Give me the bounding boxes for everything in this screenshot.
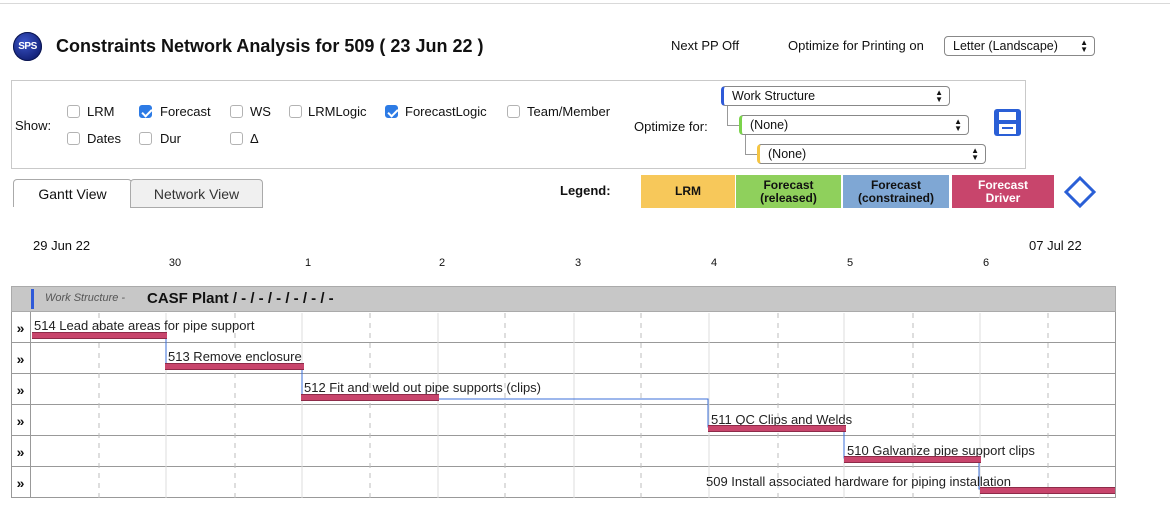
checkbox-delta[interactable] [230,132,243,145]
checkbox-lrmlogic-label: LRMLogic [308,104,367,119]
checkbox-dur-label: Dur [160,131,181,146]
logo-text: SPS [18,41,37,52]
save-icon[interactable] [993,108,1022,137]
checkbox-lrm-label: LRM [87,104,115,119]
task-label-512[interactable]: 512 Fit and weld out pipe supports (clip… [304,380,541,395]
task-bar-509[interactable] [980,487,1115,494]
checkbox-dates[interactable] [67,132,80,145]
expand-toggle[interactable]: » [11,436,31,467]
legend-lrm: LRM [641,175,735,208]
day-tick: 1 [304,257,312,269]
legend-label: Legend: [560,183,611,198]
tab-baseline [130,207,263,208]
gantt-solid-gridlines [165,313,981,498]
select-arrows-icon: ▲ ▼ [935,88,943,104]
task-label-514[interactable]: 514 Lead abate areas for pipe support [34,318,254,333]
print-layout-value: Letter (Landscape) [953,39,1058,53]
day-tick: 3 [574,257,582,269]
optimize-level1-select[interactable]: Work Structure ▲ ▼ [721,86,950,106]
checkbox-team-member-label: Team/Member [527,104,611,119]
legend-text: Driver [985,190,1021,205]
legend-lrm-text: LRM [675,184,701,198]
print-layout-select[interactable]: Letter (Landscape) ▲ ▼ [944,36,1095,56]
optimize-level2-value: (None) [750,118,789,132]
top-divider [0,3,1170,4]
checkbox-forecastlogic-label: ForecastLogic [405,104,487,119]
checkbox-dur[interactable] [139,132,152,145]
timeline-end-date: 07 Jul 22 [1029,238,1082,253]
optimize-printing-label: Optimize for Printing on [788,38,924,53]
hierarchy-connector [745,135,757,155]
select-arrows-icon: ▲ ▼ [971,146,979,162]
tab-gantt-view[interactable]: Gantt View [13,179,132,207]
legend-text: (constrained) [857,190,934,205]
task-bar-510[interactable] [844,456,981,463]
legend-text: Forecast [870,177,921,192]
optimize-level3-select[interactable]: (None) ▲ ▼ [757,144,986,164]
expand-toggle[interactable]: » [11,312,31,343]
task-label-509[interactable]: 509 Install associated hardware for pipi… [706,474,1011,489]
checkbox-ws[interactable] [230,105,243,118]
next-pp-toggle[interactable]: Next PP Off [671,38,739,53]
checkbox-lrmlogic[interactable] [289,105,302,118]
checkbox-team-member[interactable] [507,105,520,118]
tab-network-view[interactable]: Network View [130,179,263,207]
legend-text: Forecast [763,177,814,192]
day-tick: 2 [438,257,446,269]
task-bar-514[interactable] [32,332,167,339]
checkbox-forecast-label: Forecast [160,104,211,119]
checkbox-delta-label: Δ [250,131,259,146]
optimize-for-label: Optimize for: [634,119,708,134]
legend-forecast-released: Forecast (released) [736,175,841,208]
hierarchy-connector [727,106,739,126]
legend-forecast-driver: Forecast Driver [952,175,1054,208]
day-tick: 5 [846,257,854,269]
legend-text: Forecast [977,177,1029,192]
sps-logo: SPS [13,32,42,61]
task-bar-513[interactable] [165,363,304,370]
optimize-level1-value: Work Structure [732,89,816,103]
select-arrows-icon: ▲ ▼ [954,117,962,133]
checkbox-forecast[interactable] [139,105,152,118]
page-title: Constraints Network Analysis for 509 ( 2… [56,36,484,56]
expand-toggle[interactable]: » [11,467,31,498]
optimize-level3-value: (None) [768,147,807,161]
task-bar-511[interactable] [708,425,846,432]
day-tick: 30 [168,257,182,269]
legend-forecast-constrained: Forecast (constrained) [843,175,949,208]
show-label: Show: [15,118,52,133]
checkbox-ws-label: WS [250,104,271,119]
checkbox-lrm[interactable] [67,105,80,118]
optimize-level2-select[interactable]: (None) ▲ ▼ [739,115,969,135]
expand-toggle[interactable]: » [11,343,31,374]
expand-toggle[interactable]: » [11,374,31,405]
milestone-diamond-icon [1063,175,1097,209]
expand-toggle[interactable]: » [11,405,31,436]
legend-text: (released) [760,190,817,205]
checkbox-dates-label: Dates [87,131,121,146]
day-tick: 4 [710,257,718,269]
day-tick: 6 [982,257,990,269]
timeline-start-date: 29 Jun 22 [33,238,91,253]
select-arrows-icon: ▲ ▼ [1080,38,1088,54]
checkbox-forecastlogic[interactable] [385,105,398,118]
task-bar-512[interactable] [301,394,439,401]
task-label-513[interactable]: 513 Remove enclosure [168,349,302,364]
